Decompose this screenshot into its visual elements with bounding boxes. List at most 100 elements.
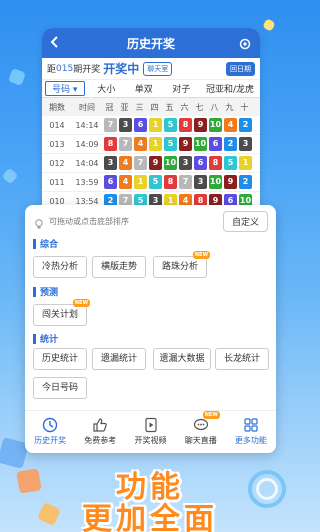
confetti-shape [262, 18, 276, 32]
bead-road-analysis-button[interactable]: 路珠分析 NEW [153, 251, 210, 278]
hint-row: 可拖动或点击底部排序 自定义 [25, 205, 276, 232]
hot-cold-analysis-button[interactable]: 冷热分析 [33, 256, 87, 278]
number-ball: 8 [104, 137, 117, 151]
period-bar: 距 015 期开奖 开奖中 聊天室 回日期 [42, 58, 260, 80]
header-col: 三 [135, 102, 144, 112]
tab-pairs[interactable]: 对子 [163, 82, 201, 95]
ball-list: 6 4 1 5 8 7 3 10 9 2 [104, 175, 252, 189]
chip-label: 长龙统计 [223, 354, 260, 364]
header-col: 亚 [120, 102, 129, 112]
nav-history-draw[interactable]: 历史开奖 [25, 411, 75, 452]
period-suffix: 期开奖 [73, 65, 101, 75]
chat-icon [193, 418, 208, 431]
number-ball: 5 [164, 137, 177, 151]
nav-label: 开奖视频 [134, 436, 167, 445]
number-ball: 8 [179, 118, 192, 132]
chat-room-button[interactable]: 聊天室 [143, 61, 173, 76]
number-ball: 6 [194, 156, 207, 170]
confetti-shape [1, 167, 19, 185]
header-col: 八 [210, 102, 219, 112]
ball-list: 7 3 6 1 5 8 9 10 4 2 [104, 118, 252, 132]
number-ball: 7 [179, 175, 192, 189]
row-time: 14:14 [75, 120, 99, 130]
number-ball: 3 [104, 156, 117, 170]
sort-hint: 可拖动或点击底部排序 [49, 216, 129, 226]
chip-label: 今日号码 [41, 383, 78, 393]
chip-label: 闯关计划 [41, 310, 78, 320]
number-ball: 7 [104, 118, 117, 132]
number-ball: 4 [119, 156, 132, 170]
slogan-line-2: 更加全面 [82, 502, 218, 532]
number-ball: 9 [179, 137, 192, 151]
page-title: 历史开奖 [126, 36, 175, 51]
number-ball: 5 [164, 118, 177, 132]
challenge-plan-button[interactable]: 闯关计划 NEW [33, 299, 90, 326]
row-time: 14:04 [75, 158, 99, 168]
nav-chat-live[interactable]: 聊天直播 NEW [176, 411, 226, 452]
number-ball: 4 [224, 118, 237, 132]
number-ball: 7 [119, 137, 132, 151]
row-time: 14:09 [75, 139, 99, 149]
number-ball: 10 [194, 137, 207, 151]
chip-label: 遗漏统计 [100, 354, 137, 364]
chip-label: 横版走势 [100, 262, 137, 272]
table-row: 012 14:04 3 4 7 9 10 3 6 8 5 1 [42, 154, 260, 173]
nav-free-reference[interactable]: 免费参考 [75, 411, 125, 452]
app-header: 历史开奖 [42, 28, 260, 58]
missing-big-data-button[interactable]: 遗漏大数据 [153, 348, 211, 370]
number-ball: 9 [224, 175, 237, 189]
header-col: 七 [195, 102, 204, 112]
nav-label: 更多功能 [234, 436, 267, 445]
tab-bar: 号码 ▾ 大小 单双 对子 冠亚和/龙虎 [42, 80, 260, 98]
section-title: 预测 [33, 285, 58, 298]
number-ball: 1 [149, 137, 162, 151]
draw-status: 开奖中 [103, 62, 140, 76]
header-col: 冠 [105, 102, 114, 112]
number-ball: 1 [149, 118, 162, 132]
new-badge: NEW [72, 299, 90, 307]
thumbs-up-icon [93, 418, 108, 432]
number-ball: 9 [149, 156, 162, 170]
number-ball: 1 [134, 175, 147, 189]
today-numbers-button[interactable]: 今日号码 [33, 377, 87, 399]
chevron-left-icon[interactable] [48, 35, 64, 51]
nav-more-features[interactable]: 更多功能 [226, 411, 276, 452]
row-issue: 013 [49, 139, 65, 149]
lightbulb-icon [33, 215, 45, 229]
row-issue: 014 [49, 120, 65, 130]
number-ball: 4 [119, 175, 132, 189]
header-issue: 期数 [49, 102, 65, 112]
tab-label: 号码 [52, 85, 71, 95]
number-ball: 10 [209, 118, 222, 132]
number-ball: 5 [224, 156, 237, 170]
number-ball: 8 [164, 175, 177, 189]
number-ball: 2 [239, 175, 252, 189]
header-col: 十 [240, 102, 249, 112]
gear-icon[interactable] [238, 36, 252, 50]
chip-label: 历史统计 [41, 354, 78, 364]
number-ball: 10 [164, 156, 177, 170]
horizontal-trend-button[interactable]: 横版走势 [92, 256, 146, 278]
tab-sum-dragon-tiger[interactable]: 冠亚和/龙虎 [200, 82, 260, 95]
header-col: 六 [180, 102, 189, 112]
back-to-date-button[interactable]: 回日期 [226, 61, 255, 76]
bottom-navigation: 历史开奖 免费参考 开奖视频 聊天直播 NEW 更多功能 [25, 410, 276, 452]
tab-size[interactable]: 大小 [88, 82, 126, 95]
tab-odd-even[interactable]: 单双 [125, 82, 163, 95]
missing-stats-button[interactable]: 遗漏统计 [92, 348, 146, 370]
section-title: 综合 [33, 237, 58, 250]
ball-list: 3 4 7 9 10 3 6 8 5 1 [104, 156, 252, 170]
nav-draw-video[interactable]: 开奖视频 [125, 411, 175, 452]
clock-icon [42, 417, 58, 433]
nav-label: 聊天直播 [184, 436, 217, 445]
history-stats-button[interactable]: 历史统计 [33, 348, 87, 370]
customize-button[interactable]: 自定义 [222, 210, 268, 232]
long-dragon-stats-button[interactable]: 长龙统计 [215, 348, 269, 370]
number-ball: 10 [209, 175, 222, 189]
section-title: 统计 [33, 332, 58, 345]
new-badge: NEW [202, 411, 220, 419]
table-header: 期数 时间 冠 亚 三 四 五 六 七 八 九 十 [42, 98, 260, 116]
tab-number[interactable]: 号码 ▾ [45, 81, 85, 96]
number-ball: 7 [134, 156, 147, 170]
nav-label: 历史开奖 [34, 436, 67, 445]
